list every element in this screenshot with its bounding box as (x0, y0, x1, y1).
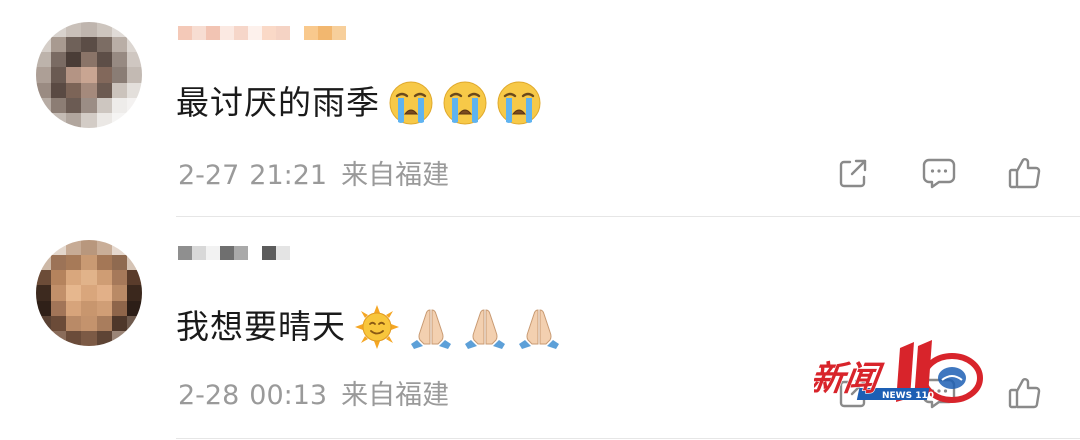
comment-item: 最讨厌的雨季 2-27 21:21 来自福建 (0, 0, 1080, 218)
username-blurred[interactable] (178, 246, 290, 274)
like-icon (1008, 158, 1041, 189)
comment-location: 来自福建 (341, 380, 450, 411)
comment-meta: 2-28 00:13 来自福建 (178, 376, 449, 416)
avatar[interactable] (36, 240, 142, 346)
comment-content: 最讨厌的雨季 (176, 78, 542, 128)
like-button[interactable] (1006, 374, 1044, 412)
folded-hands-icon (411, 309, 451, 349)
loudly-crying-face-icon (389, 81, 433, 125)
reply-button[interactable] (920, 154, 958, 192)
share-icon (839, 159, 867, 188)
comment-date: 2-27 (178, 160, 240, 191)
like-icon (1008, 378, 1041, 409)
comment-time: 21:21 (249, 160, 328, 191)
loudly-crying-face-icon (443, 81, 487, 125)
comment-date: 2-28 (178, 380, 240, 411)
like-button[interactable] (1006, 154, 1044, 192)
news110-logo-watermark: 新闻 NEWS 110 (814, 340, 983, 403)
folded-hands-icon (465, 309, 505, 349)
comment-feed: 最讨厌的雨季 2-27 21:21 来自福建 我想要晴天 2-28 00:13 … (0, 0, 1080, 440)
divider (176, 216, 1080, 217)
avatar[interactable] (36, 22, 142, 128)
comment-icon (922, 158, 956, 189)
loudly-crying-face-icon (497, 81, 541, 125)
comment-text: 最讨厌的雨季 (176, 83, 380, 122)
divider (176, 438, 1080, 439)
share-button[interactable] (834, 154, 872, 192)
username-blurred[interactable] (178, 26, 346, 54)
sun-with-face-icon (355, 305, 399, 349)
comment-location: 来自福建 (341, 160, 450, 191)
comment-actions (834, 154, 1044, 192)
folded-hands-icon (519, 309, 559, 349)
comment-time: 00:13 (249, 380, 328, 411)
comment-meta: 2-27 21:21 来自福建 (178, 156, 449, 196)
watermark-subtext: NEWS 110 (882, 391, 934, 401)
svg-text:新闻: 新闻 (814, 359, 886, 399)
comment-content: 我想要晴天 (176, 302, 562, 352)
comment-text: 我想要晴天 (176, 307, 346, 346)
